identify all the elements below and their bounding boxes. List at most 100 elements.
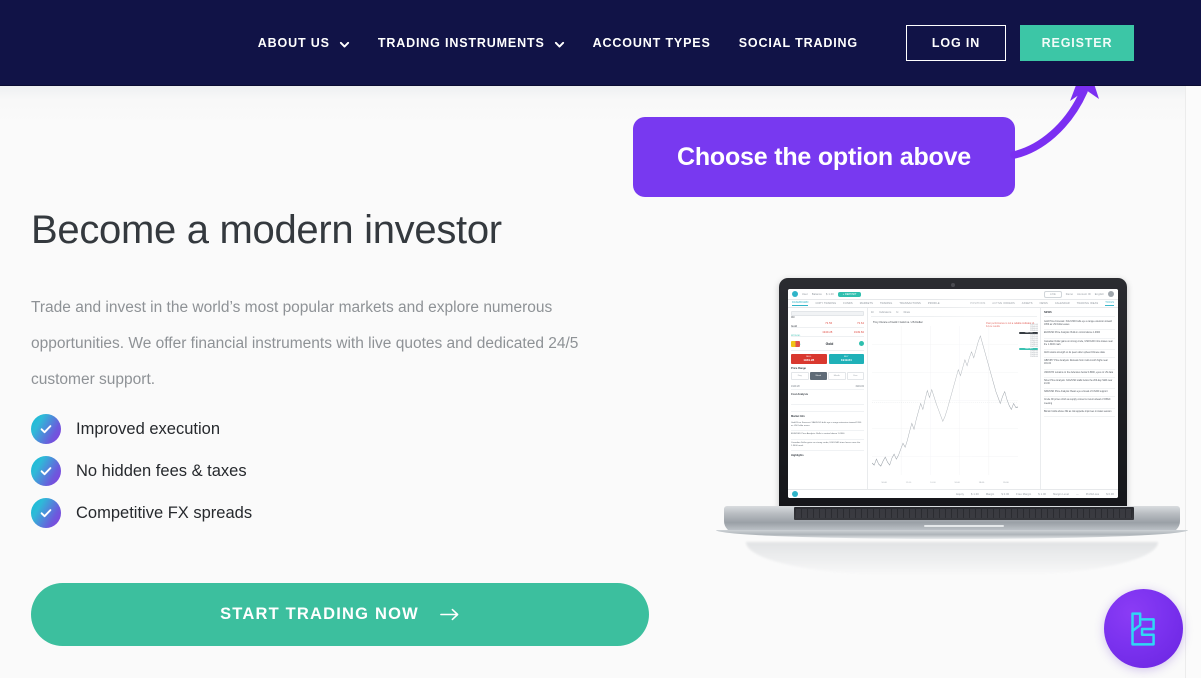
range-high: 1949.84 — [855, 384, 864, 388]
platform-instruments-panel: Oil WTI/USD 73.56 73.64 Gold XAU/USD 1 — [788, 308, 868, 489]
range-option: Year — [846, 372, 864, 380]
chart-x-axis: 10:00 12:00 14:00 16:00 18:00 20:00 — [872, 482, 1018, 484]
laptop-lid: User Balance $ 1.00 + DEPOSIT LIVE Demo … — [779, 278, 1127, 510]
price-range-title: Price Range — [791, 367, 806, 370]
range-option-selected: Week — [809, 372, 827, 380]
gold-icon — [791, 340, 800, 347]
callout-tooltip: Choose the option above — [633, 117, 1015, 197]
platform-news-panel: NEWS Gold Price Forecast: XAU/USD bulls … — [1040, 308, 1118, 489]
brand-monogram-glyph — [1130, 611, 1155, 646]
laptop-product-image: User Balance $ 1.00 + DEPOSIT LIVE Demo … — [716, 278, 1188, 578]
login-button[interactable]: LOG IN — [906, 25, 1006, 61]
news-item: GBP/JPY Price Analysis: Retreats from mu… — [1044, 358, 1115, 370]
market-info-title: Market Info — [791, 415, 805, 418]
feature-label: Improved execution — [76, 419, 220, 438]
news-item: NZD/USD Price Analysis: Bears eye a brea… — [1044, 389, 1115, 398]
platform-right-tab: CALENDAR — [1054, 302, 1070, 305]
instrument-ask: 1949.84 — [853, 330, 864, 334]
nav-item-trading-instruments[interactable]: TRADING INSTRUMENTS — [378, 36, 565, 50]
platform-search-input — [791, 311, 864, 316]
platform-balance-value: $ 1.00 — [825, 292, 834, 296]
platform-tab: PROFILE — [927, 302, 940, 305]
price-range-selector: Day Week Month Year — [791, 372, 864, 380]
check-circle-icon — [31, 456, 61, 486]
stat-pl-label: Profit/Loss — [1085, 492, 1100, 496]
x-tick: 16:00 — [954, 482, 960, 484]
x-tick: 20:00 — [1003, 482, 1009, 484]
news-item: Bitcoin holds above 30k as risk appetite… — [1044, 409, 1115, 418]
laptop-base — [716, 506, 1188, 542]
x-tick: 18:00 — [978, 482, 985, 484]
chart-toolbar: 1h Indicators fx Draw — [871, 311, 1037, 317]
selected-instrument-row: Gold — [791, 337, 864, 351]
platform-tab: TRANSACTIONS — [899, 302, 921, 305]
feature-label: No hidden fees & taxes — [76, 461, 247, 480]
market-news-line: Gold Price Forecast: XAU/USD bulls eye a… — [791, 420, 864, 432]
sell-button: SELL 1949.28 — [791, 354, 827, 364]
check-circle-icon — [31, 414, 61, 444]
nav-item-label: ACCOUNT TYPES — [592, 36, 711, 50]
news-item: Gold Price Forecast: XAU/USD bulls eye a… — [1044, 319, 1115, 331]
news-item: AUD retains strength vs its peers after … — [1044, 350, 1115, 359]
platform-balance-label: Balance — [811, 292, 822, 296]
platform-tab-bar: DASHBOARD COPY TRADING FUNDS MARKETS TRA… — [788, 300, 1118, 308]
chart-draw: Draw — [903, 311, 911, 314]
chart-fx: fx — [896, 311, 899, 314]
x-tick: 10:00 — [881, 482, 887, 484]
news-headline: Canadian Dollar gains on strong crude, U… — [1044, 340, 1113, 346]
nav-item-about-us[interactable]: ABOUT US — [258, 36, 350, 50]
chart-indicators: Indicators — [879, 311, 892, 314]
nav-item-social-trading[interactable]: SOCIAL TRADING — [739, 36, 858, 50]
news-item: Crude Oil prices climb as supply concern… — [1044, 397, 1115, 409]
register-button[interactable]: REGISTER — [1020, 25, 1134, 61]
platform-chart-panel: 1h Indicators fx Draw Troy Ounce of Gold… — [868, 308, 1040, 489]
y-tick: 1943.00 — [1030, 356, 1038, 358]
news-item: EUR/USD Price Analysis: Bulls in control… — [1044, 330, 1115, 339]
x-tick: 14:00 — [930, 482, 936, 484]
start-trading-button[interactable]: START TRADING NOW — [31, 583, 649, 646]
brand-monogram-icon[interactable] — [1104, 589, 1183, 668]
nav-item-label: ABOUT US — [257, 36, 330, 50]
instrument-row: Oil WTI/USD 73.56 73.64 — [791, 315, 864, 337]
stat-margin-value: $ 0.00 — [1001, 492, 1010, 496]
price-chart-svg — [872, 326, 1018, 475]
laptop-base-front — [716, 530, 1188, 539]
platform-tab: FUNDS — [843, 302, 853, 305]
platform-right-tab: TRADING IDEAS — [1076, 302, 1099, 305]
platform-demo-label: Demo — [1065, 292, 1074, 296]
news-headline: EUR/USD Price Analysis: Bulls in control… — [1044, 332, 1101, 335]
market-news-line: Canadian Dollar gains on strong crude, U… — [791, 440, 864, 452]
laptop-keyboard — [794, 507, 1134, 520]
stat-equity-label: Equity — [956, 492, 964, 496]
platform-top-bar: User Balance $ 1.00 + DEPOSIT LIVE Demo … — [788, 289, 1118, 300]
news-headline: Silver Price Analysis: XAG/USD stalls be… — [1044, 379, 1113, 386]
market-news-line: EUR/USD Price Analysis: Bulls in control… — [791, 431, 864, 440]
instrument-name: Gold — [791, 324, 797, 328]
cost-analysis-title: Cost Analysis — [791, 393, 809, 396]
highlights-title: Highlights — [791, 454, 804, 458]
instrument-bid: 73.56 — [825, 321, 833, 325]
news-item: Silver Price Analysis: XAG/USD stalls be… — [1044, 378, 1115, 390]
news-item: Canadian Dollar gains on strong crude, U… — [1044, 339, 1115, 351]
arrow-right-icon — [440, 608, 460, 621]
feature-item: Competitive FX spreads — [31, 492, 451, 534]
platform-account-label: Account ID — [1077, 292, 1091, 296]
platform-body: Oil WTI/USD 73.56 73.64 Gold XAU/USD 1 — [788, 308, 1118, 489]
platform-logo-icon — [792, 291, 798, 297]
platform-tab: TRADING — [879, 302, 893, 305]
buy-button: BUY 1949.84 — [828, 354, 864, 364]
platform-status-bar: Equity $ 1.00 Margin $ 0.00 Free Margin … — [788, 489, 1118, 498]
start-trading-button-label: START TRADING NOW — [220, 605, 419, 623]
feature-item: No hidden fees & taxes — [31, 450, 451, 492]
price-chart — [872, 326, 1018, 475]
platform-right-tab: ASSETS — [1021, 302, 1033, 305]
site-header: ABOUT US TRADING INSTRUMENTS ACCOUNT TYP… — [0, 0, 1201, 86]
order-buttons: SELL 1949.28 BUY 1949.84 — [791, 354, 864, 364]
nav-item-account-types[interactable]: ACCOUNT TYPES — [593, 36, 711, 50]
chart-y-axis: 1957.00 1956.00 1955.00 1954.00 1949.28 … — [1019, 324, 1038, 477]
feature-list: Improved execution No hidden fees & taxe… — [31, 408, 451, 534]
stat-free-margin-value: $ 1.00 — [1038, 492, 1047, 496]
news-headline: AUD retains strength vs its peers after … — [1044, 352, 1105, 355]
news-panel-title: NEWS — [1044, 311, 1115, 317]
platform-user-label: User — [802, 292, 808, 296]
